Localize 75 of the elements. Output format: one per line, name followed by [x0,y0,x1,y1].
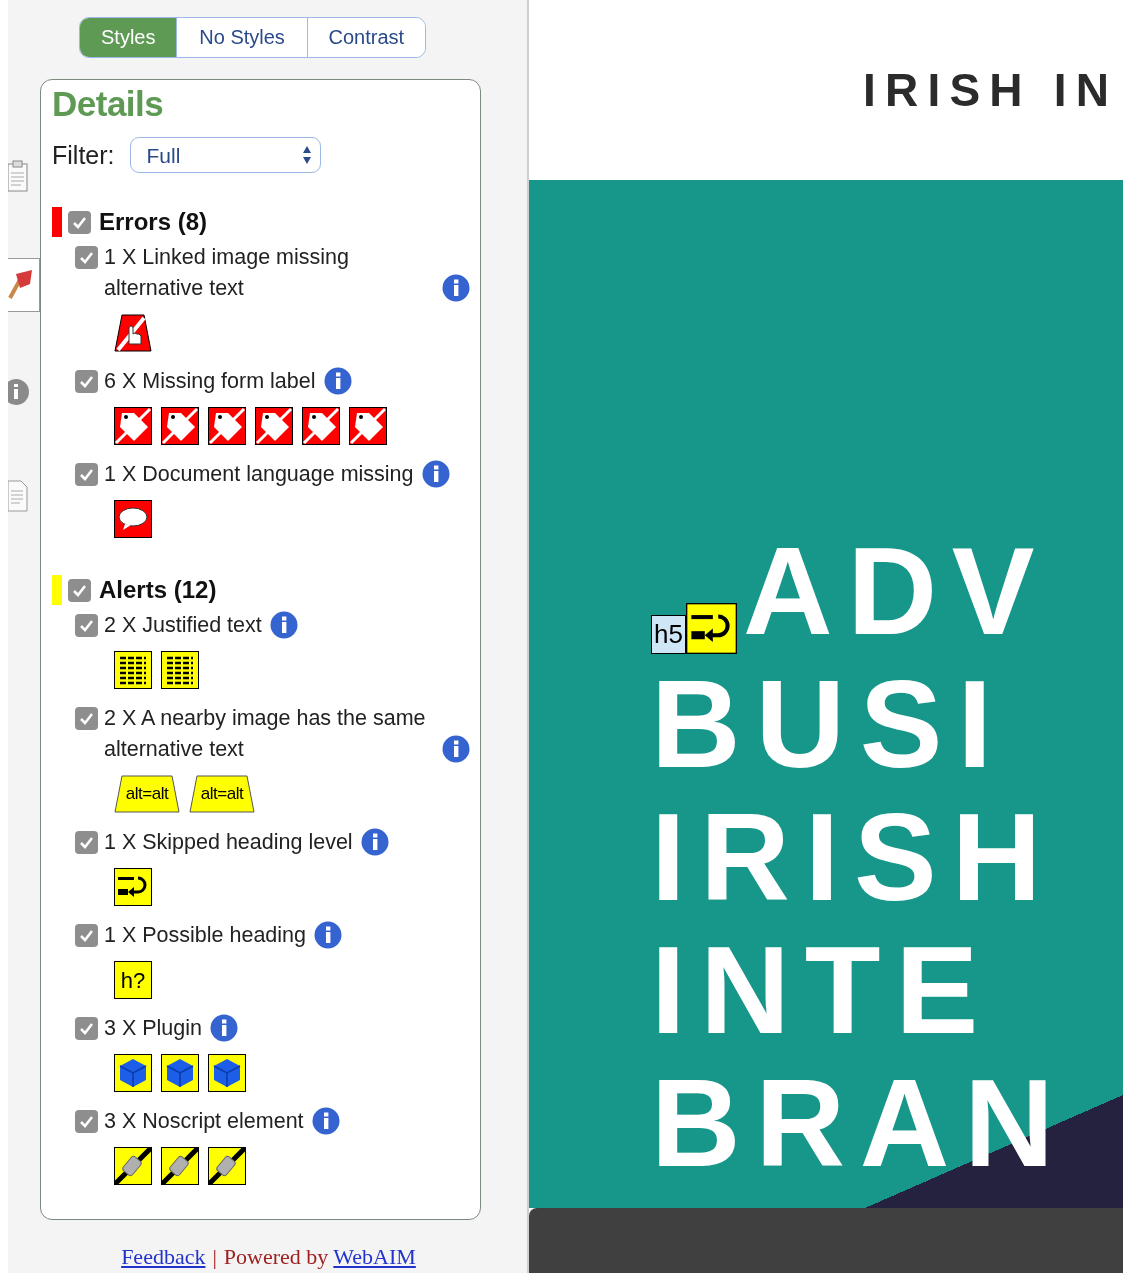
issue-text: 2 X Justified text [104,612,262,640]
document-icon[interactable] [8,480,28,512]
scroll-icon [114,1147,152,1186]
checkbox[interactable] [75,463,98,487]
headline-text: BUSI [651,658,1007,791]
site-title: IRISH IN [863,62,1119,118]
info-icon[interactable] [314,921,342,950]
checkbox[interactable] [68,578,91,602]
info-icon[interactable] [269,611,298,640]
headline-text: BRAN [651,1057,1069,1190]
checkbox[interactable] [75,924,98,948]
skipped-heading-icon [685,603,737,654]
panel-title: Details [52,82,165,125]
separator: | [212,1243,217,1271]
info-icon[interactable] [8,378,30,406]
issue-text: 1 X Document language missing [104,461,414,489]
cube-icon [208,1054,246,1093]
tag-icon [302,407,340,446]
tag-icon [349,407,387,446]
alt-text-icon: alt=alt [189,775,255,814]
heading-marker: h5 [651,615,686,654]
view-tab[interactable]: Contrast [306,18,425,57]
checkbox[interactable] [75,1017,98,1041]
cube-icon [161,1054,199,1093]
info-icon[interactable] [442,735,470,764]
issue-text: 1 X Possible heading [104,922,306,950]
info-icon[interactable] [421,460,450,489]
alt-text-icon: alt=alt [114,775,180,814]
checkbox[interactable] [75,370,98,394]
checkbox[interactable] [75,614,98,638]
checkbox[interactable] [68,210,91,234]
clipboard-icon[interactable] [8,160,28,192]
headline-text: INTE [651,924,993,1057]
checkbox[interactable] [75,707,98,731]
headline-text: IRISH [651,791,1057,924]
headline-text: ADV [743,525,1050,658]
select-value: Full [146,142,181,169]
filter-select[interactable]: Full [129,137,321,174]
justified-text-icon [161,651,199,690]
view-tab[interactable]: No Styles [176,18,307,57]
issue-text: 1 X Linked image missing alternative text [104,244,350,303]
info-icon[interactable] [311,1107,340,1136]
filter-label: Filter: [52,139,115,171]
skipped-heading-icon [114,868,152,907]
info-icon[interactable] [323,367,352,396]
checkbox[interactable] [75,1110,98,1134]
tag-icon [255,407,293,446]
flag-icon [8,268,34,302]
issue-text: 2 X A nearby image has the same alternative text [104,705,427,764]
feedback-link[interactable]: Feedback [121,1240,206,1273]
tag-icon [161,407,199,446]
group-heading: Alerts (12) [99,575,217,606]
webaim-link[interactable]: WebAIM [333,1240,416,1273]
issue-text: 1 X Skipped heading level [104,829,353,857]
possible-heading-icon: h? [114,961,152,1000]
sidebar-tab[interactable] [8,258,40,312]
powered-by-text: Powered by [223,1243,329,1271]
group-heading: Errors (8) [99,207,208,238]
info-icon[interactable] [210,1014,238,1043]
cube-icon [114,1054,152,1093]
speech-bubble-icon [114,500,152,539]
tag-icon [208,407,246,446]
issue-text: 6 X Missing form label [104,368,316,396]
checkbox[interactable] [75,246,98,270]
issue-text: 3 X Noscript element [104,1108,304,1136]
issue-text: 3 X Plugin [104,1015,202,1043]
justified-text-icon [114,651,152,690]
scroll-icon [161,1147,199,1186]
tag-icon [114,407,152,446]
updown-arrows-icon [301,145,312,166]
info-icon[interactable] [360,828,389,857]
checkbox[interactable] [75,831,98,855]
info-icon[interactable] [442,274,470,303]
linked-image-icon [114,314,152,353]
scroll-icon [208,1147,246,1186]
